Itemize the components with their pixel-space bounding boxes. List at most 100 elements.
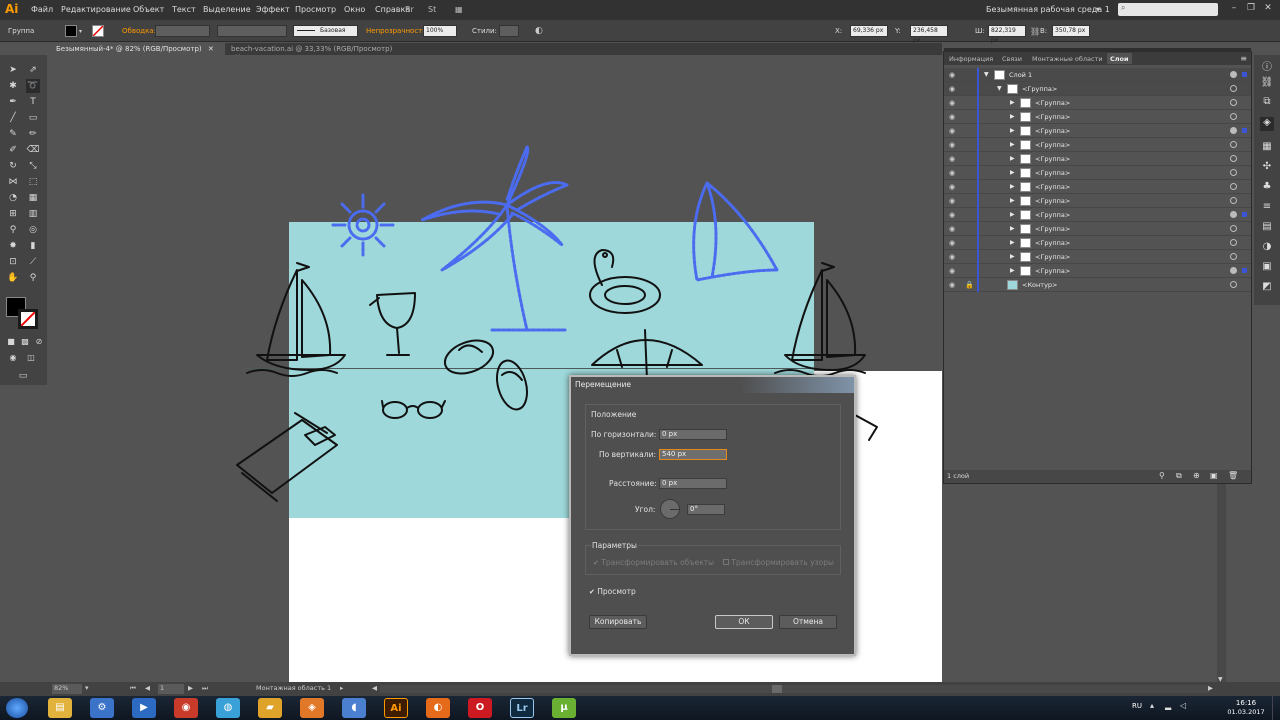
group-row[interactable]: ◉ ▶ <Группа> bbox=[944, 138, 1251, 152]
layer-name[interactable]: <Контур> bbox=[1022, 281, 1058, 289]
group-row[interactable]: ◉ ▶ <Группа> bbox=[944, 166, 1251, 180]
firefox-icon[interactable]: ◐ bbox=[426, 698, 450, 718]
group-row[interactable]: ◉ ▶ <Группа> bbox=[944, 152, 1251, 166]
zoom-field[interactable]: 82% bbox=[52, 684, 82, 694]
new-sublayer-icon[interactable]: ⊕ bbox=[1193, 471, 1200, 480]
color-mode-icon[interactable]: ■ bbox=[4, 335, 18, 349]
network-tray-icon[interactable]: ▂ bbox=[1165, 701, 1171, 710]
stroke-weight-field[interactable] bbox=[155, 25, 210, 37]
expand-triangle-icon[interactable]: ▶ bbox=[1010, 113, 1015, 120]
new-layer-icon[interactable]: ▣ bbox=[1210, 471, 1218, 480]
group-row[interactable]: ◉ ▶ <Группа> bbox=[944, 222, 1251, 236]
network-icon[interactable]: ◍ bbox=[216, 698, 240, 718]
expand-triangle-icon[interactable]: ▶ bbox=[1010, 239, 1015, 246]
locate-object-icon[interactable]: ⚲ bbox=[1159, 471, 1165, 480]
group-row[interactable]: ◉ ▼ <Группа> bbox=[944, 82, 1251, 96]
lock-icon[interactable]: 🔒 bbox=[965, 281, 974, 289]
horizontal-scrollbar[interactable] bbox=[380, 685, 1210, 693]
target-circle-icon[interactable] bbox=[1230, 211, 1237, 218]
horizontal-scroll-thumb[interactable] bbox=[772, 685, 782, 693]
line-tool-icon[interactable]: ╱ bbox=[6, 111, 20, 125]
visibility-eye-icon[interactable]: ◉ bbox=[949, 281, 958, 289]
styles-swatch[interactable] bbox=[499, 25, 519, 37]
stroke-label[interactable]: Обводка: bbox=[122, 27, 156, 35]
utorrent-icon[interactable]: µ bbox=[552, 698, 576, 718]
group-row[interactable]: ◉ ▶ <Группа> bbox=[944, 236, 1251, 250]
stroke-panel-icon[interactable]: ≡ bbox=[1260, 201, 1274, 215]
hand-tool-icon[interactable]: ✋ bbox=[6, 271, 20, 285]
lasso-tool-icon[interactable]: ➰ bbox=[26, 79, 40, 93]
screen-mode-icon[interactable]: ▭ bbox=[16, 369, 30, 383]
panel-menu-icon[interactable]: ≡ bbox=[1240, 54, 1247, 63]
target-circle-icon[interactable] bbox=[1230, 71, 1237, 78]
group-row[interactable]: ◉ ▶ <Группа> bbox=[944, 110, 1251, 124]
symbol-sprayer-tool-icon[interactable]: ✸ bbox=[6, 239, 20, 253]
explorer-icon[interactable]: ▤ bbox=[48, 698, 72, 718]
blend-tool-icon[interactable]: ◎ bbox=[26, 223, 40, 237]
visibility-eye-icon[interactable]: ◉ bbox=[949, 267, 958, 275]
free-transform-tool-icon[interactable]: ⬚ bbox=[26, 175, 40, 189]
transform-patterns-checkbox[interactable]: Трансформировать узоры bbox=[723, 558, 834, 567]
fill-dropdown-icon[interactable]: ▾ bbox=[79, 28, 82, 35]
visibility-eye-icon[interactable]: ◉ bbox=[949, 197, 958, 205]
visibility-eye-icon[interactable]: ◉ bbox=[949, 113, 958, 121]
close-tab-icon[interactable]: ✕ bbox=[208, 45, 214, 53]
group-row[interactable]: ◉ ▶ <Группа> bbox=[944, 96, 1251, 110]
pen-tool-icon[interactable]: ✒ bbox=[6, 95, 20, 109]
slice-tool-icon[interactable]: ⟋ bbox=[26, 255, 40, 269]
expand-triangle-icon[interactable]: ▶ bbox=[1010, 127, 1015, 134]
artboards-panel-icon[interactable]: ⧉ bbox=[1260, 96, 1274, 110]
artboard-number-field[interactable]: 1 bbox=[158, 684, 184, 694]
visibility-eye-icon[interactable]: ◉ bbox=[949, 99, 958, 107]
layers-panel-icon[interactable]: ◈ bbox=[1260, 117, 1274, 131]
collapse-triangle-icon[interactable]: ▼ bbox=[984, 71, 989, 78]
y-field[interactable]: 236,458 px bbox=[910, 25, 948, 44]
target-circle-icon[interactable] bbox=[1230, 127, 1237, 134]
group-row[interactable]: ◉ ▶ <Группа> bbox=[944, 194, 1251, 208]
volume-tray-icon[interactable]: ◁ bbox=[1180, 701, 1186, 710]
tab-document-2[interactable]: beach-vacation.ai @ 33,33% (RGB/Просмотр… bbox=[225, 43, 405, 61]
zoom-dropdown-icon[interactable]: ▾ bbox=[85, 684, 89, 692]
expand-triangle-icon[interactable]: ▶ bbox=[1010, 99, 1015, 106]
draw-inside-icon[interactable]: ◫ bbox=[24, 351, 38, 365]
last-artboard-icon[interactable]: ⏭ bbox=[202, 684, 208, 693]
distance-field[interactable]: 0 px bbox=[659, 478, 727, 489]
transform-objects-checkbox[interactable]: ✔ Трансформировать объекты bbox=[593, 558, 714, 567]
layer-name[interactable]: <Группа> bbox=[1035, 141, 1070, 149]
group-row[interactable]: ◉ ▶ <Группа> bbox=[944, 250, 1251, 264]
swatches-panel-icon[interactable]: ▦ bbox=[1260, 141, 1274, 155]
target-circle-icon[interactable] bbox=[1230, 155, 1237, 162]
horizontal-field[interactable]: 0 px bbox=[659, 429, 727, 440]
target-circle-icon[interactable] bbox=[1230, 183, 1237, 190]
layer-name[interactable]: <Группа> bbox=[1035, 225, 1070, 233]
target-circle-icon[interactable] bbox=[1230, 225, 1237, 232]
info-panel-icon[interactable]: ⓘ bbox=[1260, 58, 1274, 73]
selection-indicator[interactable] bbox=[1242, 72, 1247, 77]
collapse-triangle-icon[interactable]: ▼ bbox=[997, 85, 1002, 92]
minimize-button[interactable]: – bbox=[1228, 3, 1240, 15]
visibility-eye-icon[interactable]: ◉ bbox=[949, 169, 958, 177]
expand-triangle-icon[interactable]: ▶ bbox=[1010, 141, 1015, 148]
vertical-field[interactable]: 540 px bbox=[659, 449, 727, 460]
target-circle-icon[interactable] bbox=[1230, 239, 1237, 246]
layer-name[interactable]: <Группа> bbox=[1035, 253, 1070, 261]
shape-builder-tool-icon[interactable]: ◔ bbox=[6, 191, 20, 205]
blob-brush-tool-icon[interactable]: ✐ bbox=[6, 143, 20, 157]
audio-icon[interactable]: ◖ bbox=[342, 698, 366, 718]
expand-triangle-icon[interactable]: ▶ bbox=[1010, 155, 1015, 162]
visibility-eye-icon[interactable]: ◉ bbox=[949, 127, 958, 135]
width-field[interactable]: 822,319 px bbox=[988, 25, 1026, 44]
variable-width-field[interactable] bbox=[217, 25, 287, 37]
layer-name[interactable]: Слой 1 bbox=[1009, 71, 1032, 79]
direct-selection-tool-icon[interactable]: ⇗ bbox=[26, 63, 40, 77]
gradient-mode-icon[interactable]: ▩ bbox=[18, 335, 32, 349]
layer-name[interactable]: <Группа> bbox=[1035, 239, 1070, 247]
visibility-eye-icon[interactable]: ◉ bbox=[949, 71, 958, 79]
close-button[interactable]: ✕ bbox=[1262, 3, 1274, 15]
brushes-panel-icon[interactable]: ✣ bbox=[1260, 161, 1274, 175]
links-panel-icon[interactable]: ⛓ bbox=[1260, 77, 1274, 91]
group-row[interactable]: ◉ ▶ <Группа> bbox=[944, 124, 1251, 138]
selection-indicator[interactable] bbox=[1242, 128, 1247, 133]
layer-name[interactable]: <Группа> bbox=[1035, 127, 1070, 135]
menu-item[interactable]: Редактирование bbox=[61, 5, 131, 14]
